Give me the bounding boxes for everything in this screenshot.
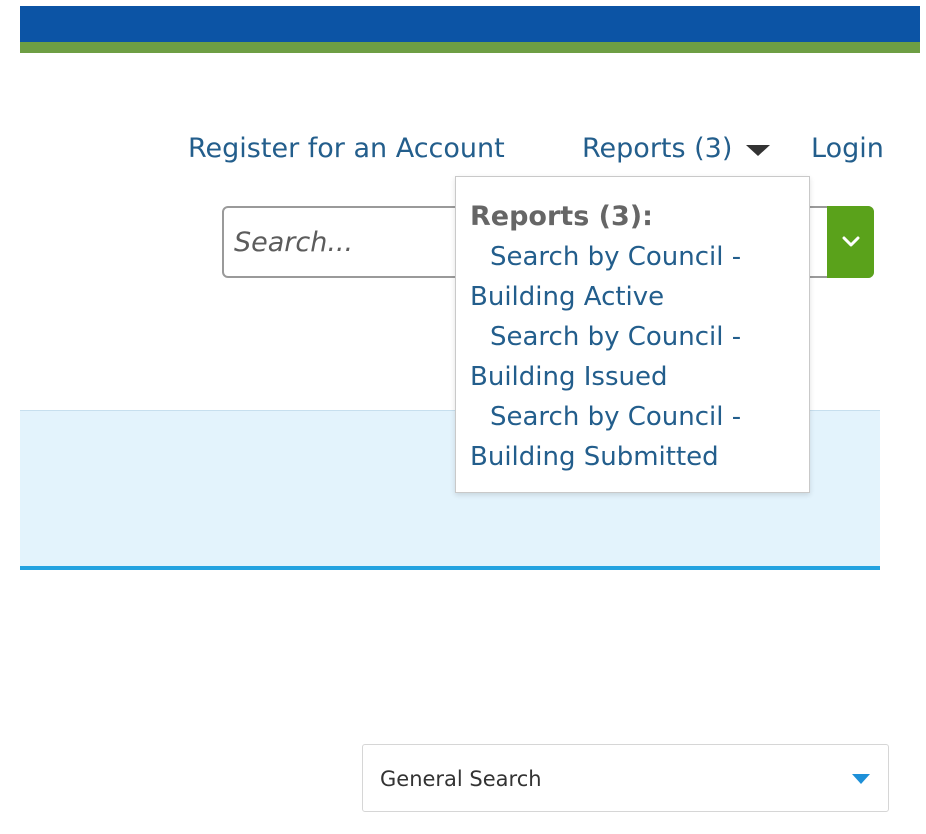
report-link-building-active[interactable]: Search by Council - Building Active [470,237,799,317]
chevron-down-icon [842,236,859,247]
report-link-building-issued[interactable]: Search by Council - Building Issued [470,317,799,397]
header-accent-bar [20,42,920,53]
caret-down-icon [852,774,870,784]
search-options-button[interactable] [827,206,874,278]
register-link[interactable]: Register for an Account [188,129,505,169]
search-type-select[interactable]: General Search [362,744,889,812]
reports-menu-heading: Reports (3): [470,201,653,232]
reports-label: Reports (3) [582,133,733,164]
search-type-value: General Search [380,767,542,791]
reports-menu-toggle[interactable]: Reports (3) [582,129,771,169]
search-input[interactable] [234,208,454,276]
caret-down-icon [746,144,771,156]
reports-dropdown-menu: Reports (3): Search by Council - Buildin… [455,176,810,493]
report-link-building-submitted[interactable]: Search by Council - Building Submitted [470,397,799,477]
login-link[interactable]: Login [811,129,884,169]
header-brand-bar [20,6,920,42]
